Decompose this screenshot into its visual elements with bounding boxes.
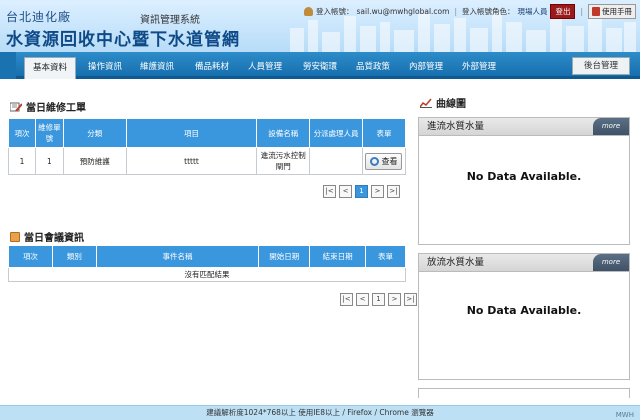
col-end-date: 結束日期: [309, 245, 367, 268]
tab-quality-policy[interactable]: 品質政策: [348, 58, 398, 76]
view-button[interactable]: 查看: [365, 152, 403, 170]
meetings-title-text: 當日會議資訊: [24, 233, 84, 244]
meetings-title: 當日會議資訊: [10, 229, 84, 244]
tab-safety-env[interactable]: 勞安衛環: [294, 58, 346, 76]
curves-title-text: 曲線圖: [436, 99, 466, 110]
more-button[interactable]: more: [593, 118, 629, 135]
cell-equipment: 進流污水控制閘門: [256, 147, 311, 175]
cell-form: 查看: [361, 147, 407, 175]
manual-button[interactable]: 使用手冊: [588, 3, 636, 19]
work-orders-title: 當日維修工單: [10, 99, 86, 114]
col-event: 事件名稱: [95, 245, 260, 268]
user-icon: [304, 6, 314, 16]
footer-text: 建議解析度1024*768以上 使用IE8以上 / Firefox / Chro…: [206, 408, 434, 417]
main-nav: 基本資料 操作資訊 維護資訊 備品耗材 人員管理 勞安衛環 品質政策 內部管理 …: [0, 52, 640, 79]
org-name: 台北迪化廠: [6, 10, 72, 24]
system-name: 資訊管理系統: [140, 15, 200, 26]
outflow-panel-title: 放流水質水量: [427, 257, 485, 268]
cell-no: 1: [8, 147, 36, 175]
extra-panel-edge: [418, 388, 630, 398]
wrench-icon: [10, 102, 22, 112]
pager-first[interactable]: |<: [340, 293, 353, 306]
col-form: 表單: [361, 118, 407, 148]
tab-personnel[interactable]: 人員管理: [240, 58, 290, 76]
col-category: 分類: [62, 118, 127, 148]
inflow-panel: 進流水質水量 more No Data Available.: [418, 117, 630, 245]
meetings-table: 項次 類別 事件名稱 開始日期 結束日期 表單 沒有匹配結果: [8, 245, 406, 282]
col-item: 項目: [125, 118, 258, 148]
table-row: 沒有匹配結果: [8, 267, 406, 282]
tab-operation-info[interactable]: 操作資訊: [80, 58, 130, 76]
tab-internal-mgmt[interactable]: 內部管理: [400, 58, 452, 76]
pager-meetings: |< < 1 > >|: [340, 293, 417, 306]
zoom-icon: [370, 156, 380, 166]
chart-icon: [420, 98, 432, 108]
no-data-text: No Data Available.: [466, 304, 582, 317]
work-orders-table: 項次 維修單號 分類 項目 設備名稱 分派處理人員 表單 1 1 預防維護 tt…: [8, 118, 407, 175]
footer: 建議解析度1024*768以上 使用IE8以上 / Firefox / Chro…: [0, 405, 640, 420]
outflow-panel: 放流水質水量 more No Data Available.: [418, 253, 630, 380]
manual-label: 使用手冊: [602, 6, 632, 16]
header-banner: 台北迪化廠 資訊管理系統 水資源回收中心暨下水道管網 登入帳號： sail.wu…: [0, 0, 640, 52]
cell-assignee: [309, 147, 363, 175]
col-form: 表單: [365, 245, 406, 268]
table-header-row: 項次 類別 事件名稱 開始日期 結束日期 表單: [8, 245, 406, 268]
tab-maintenance-info[interactable]: 維護資訊: [132, 58, 182, 76]
col-order: 維修單號: [34, 118, 64, 148]
site-title: 水資源回收中心暨下水道管網: [6, 30, 240, 50]
inflow-panel-title: 進流水質水量: [427, 121, 485, 132]
pager-last[interactable]: >|: [387, 185, 400, 198]
table-header-row: 項次 維修單號 分類 項目 設備名稱 分派處理人員 表單: [8, 118, 407, 148]
user-bar: 登入帳號： sail.wu@mwhglobal.com | 登入帳號角色： 現場…: [304, 3, 636, 19]
pager-first[interactable]: |<: [323, 185, 336, 198]
curves-title: 曲線圖: [420, 95, 466, 110]
empty-result: 沒有匹配結果: [8, 267, 406, 282]
nav-cap: [0, 52, 16, 79]
pager-last[interactable]: >|: [404, 293, 417, 306]
pager-work-orders: |< < 1 > >|: [323, 185, 400, 198]
login-role-label: 登入帳號角色：: [461, 6, 515, 16]
col-no: 項次: [8, 118, 36, 148]
col-type: 類別: [51, 245, 97, 268]
backend-button[interactable]: 後台管理: [572, 57, 630, 75]
login-role: 現場人員: [517, 6, 548, 16]
outflow-panel-header: 放流水質水量 more: [419, 254, 629, 272]
manual-icon: [592, 6, 600, 16]
cell-category: 預防維護: [62, 147, 127, 175]
separator: |: [580, 6, 583, 16]
login-account-label: 登入帳號：: [316, 6, 354, 16]
cell-item: ttttt: [125, 147, 258, 175]
login-account: sail.wu@mwhglobal.com: [356, 6, 450, 16]
tab-spare-parts[interactable]: 備品耗材: [186, 58, 238, 76]
tab-basic-info[interactable]: 基本資料: [24, 57, 76, 79]
pager-next[interactable]: >: [371, 185, 384, 198]
pager-prev[interactable]: <: [356, 293, 369, 306]
pager-current[interactable]: 1: [372, 293, 385, 306]
col-assignee: 分派處理人員: [309, 118, 363, 148]
logout-button[interactable]: 登出: [550, 3, 576, 19]
no-data-text: No Data Available.: [466, 170, 582, 183]
col-no: 項次: [8, 245, 53, 268]
more-button[interactable]: more: [593, 254, 629, 271]
separator: |: [454, 6, 457, 16]
calendar-icon: [10, 231, 20, 242]
col-equipment: 設備名稱: [256, 118, 311, 148]
cell-order: 1: [34, 147, 64, 175]
col-start-date: 開始日期: [258, 245, 311, 268]
footer-logo: MWH: [615, 411, 634, 419]
pager-prev[interactable]: <: [339, 185, 352, 198]
inflow-panel-header: 進流水質水量 more: [419, 118, 629, 136]
work-orders-title-text: 當日維修工單: [26, 103, 86, 114]
tab-external-mgmt[interactable]: 外部管理: [454, 58, 504, 76]
pager-current[interactable]: 1: [355, 185, 368, 198]
pager-next[interactable]: >: [388, 293, 401, 306]
view-label: 查看: [381, 156, 398, 166]
table-row: 1 1 預防維護 ttttt 進流污水控制閘門 查看: [8, 147, 407, 175]
